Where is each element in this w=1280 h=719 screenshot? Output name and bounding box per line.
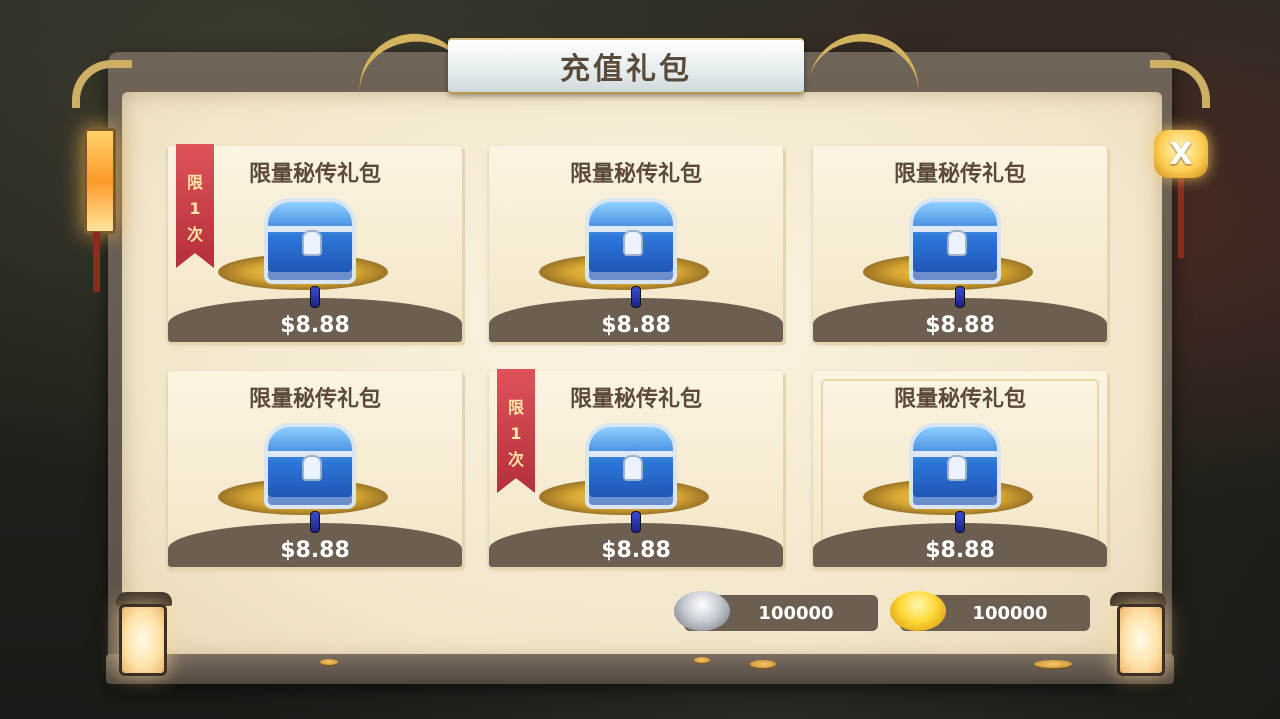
treasure-chest-icon <box>863 411 1033 521</box>
scroll-lamp-icon <box>84 128 116 234</box>
treasure-chest-icon <box>218 186 388 296</box>
silver-balance: 100000 <box>674 591 878 631</box>
coin-decoration <box>694 657 710 663</box>
pin-icon <box>631 511 641 533</box>
close-button[interactable]: X <box>1154 130 1208 178</box>
coin-decoration <box>750 660 776 668</box>
gift-pack-card[interactable]: 限量秘传礼包 $8.88 <box>813 146 1107 342</box>
gold-ingot-icon <box>890 591 946 631</box>
gift-pack-name: 限量秘传礼包 <box>569 162 702 187</box>
treasure-chest-icon <box>218 411 388 521</box>
gift-pack-card[interactable]: 限量秘传礼包 $8.88 限 1 次 <box>489 369 783 567</box>
treasure-chest-icon <box>863 186 1033 296</box>
coin-decoration <box>320 659 338 665</box>
scroll-lamp-cord <box>93 232 100 292</box>
price-label: $8.88 <box>925 313 995 338</box>
limit-badge-text: 次 <box>186 225 203 244</box>
limit-badge-text: 1 <box>189 199 201 218</box>
price-label: $8.88 <box>280 313 350 338</box>
pin-icon <box>955 286 965 308</box>
limit-badge-text: 限 <box>186 173 203 192</box>
gift-pack-card[interactable]: 限量秘传礼包 $8.88 <box>168 371 462 567</box>
pin-icon <box>310 511 320 533</box>
treasure-chest-icon <box>539 411 709 521</box>
gift-pack-card[interactable]: 限量秘传礼包 $8.88 <box>489 146 783 342</box>
close-icon: X <box>1169 136 1193 172</box>
silver-ingot-icon <box>674 591 730 631</box>
dialog-bottom-rail <box>106 654 1174 684</box>
price-label: $8.88 <box>280 538 350 563</box>
title-banner: 充值礼包 <box>448 38 804 94</box>
pin-icon <box>310 286 320 308</box>
price-label: $8.88 <box>601 538 671 563</box>
limit-badge: 限 1 次 <box>176 144 214 268</box>
limit-badge: 限 1 次 <box>497 369 535 493</box>
coin-decoration <box>1034 660 1072 668</box>
limit-badge-text: 限 <box>507 398 524 417</box>
limit-badge-text: 1 <box>510 424 522 443</box>
treasure-chest-icon <box>539 186 709 296</box>
price-label: $8.88 <box>925 538 995 563</box>
close-button-cord <box>1178 178 1184 258</box>
gold-balance: 100000 <box>890 591 1090 631</box>
lantern-icon <box>119 604 167 676</box>
gift-pack-name: 限量秘传礼包 <box>248 387 381 412</box>
price-label: $8.88 <box>601 313 671 338</box>
gift-pack-card-selected[interactable]: 限量秘传礼包 $8.88 <box>813 371 1107 567</box>
gift-pack-name: 限量秘传礼包 <box>893 162 1026 187</box>
lantern-icon <box>1117 604 1165 676</box>
gift-pack-name: 限量秘传礼包 <box>893 387 1026 412</box>
limit-badge-text: 次 <box>507 450 524 469</box>
pin-icon <box>631 286 641 308</box>
page-title: 充值礼包 <box>560 52 692 87</box>
pin-icon <box>955 511 965 533</box>
gift-pack-card[interactable]: 限量秘传礼包 $8.88 限 1 次 <box>168 144 462 342</box>
